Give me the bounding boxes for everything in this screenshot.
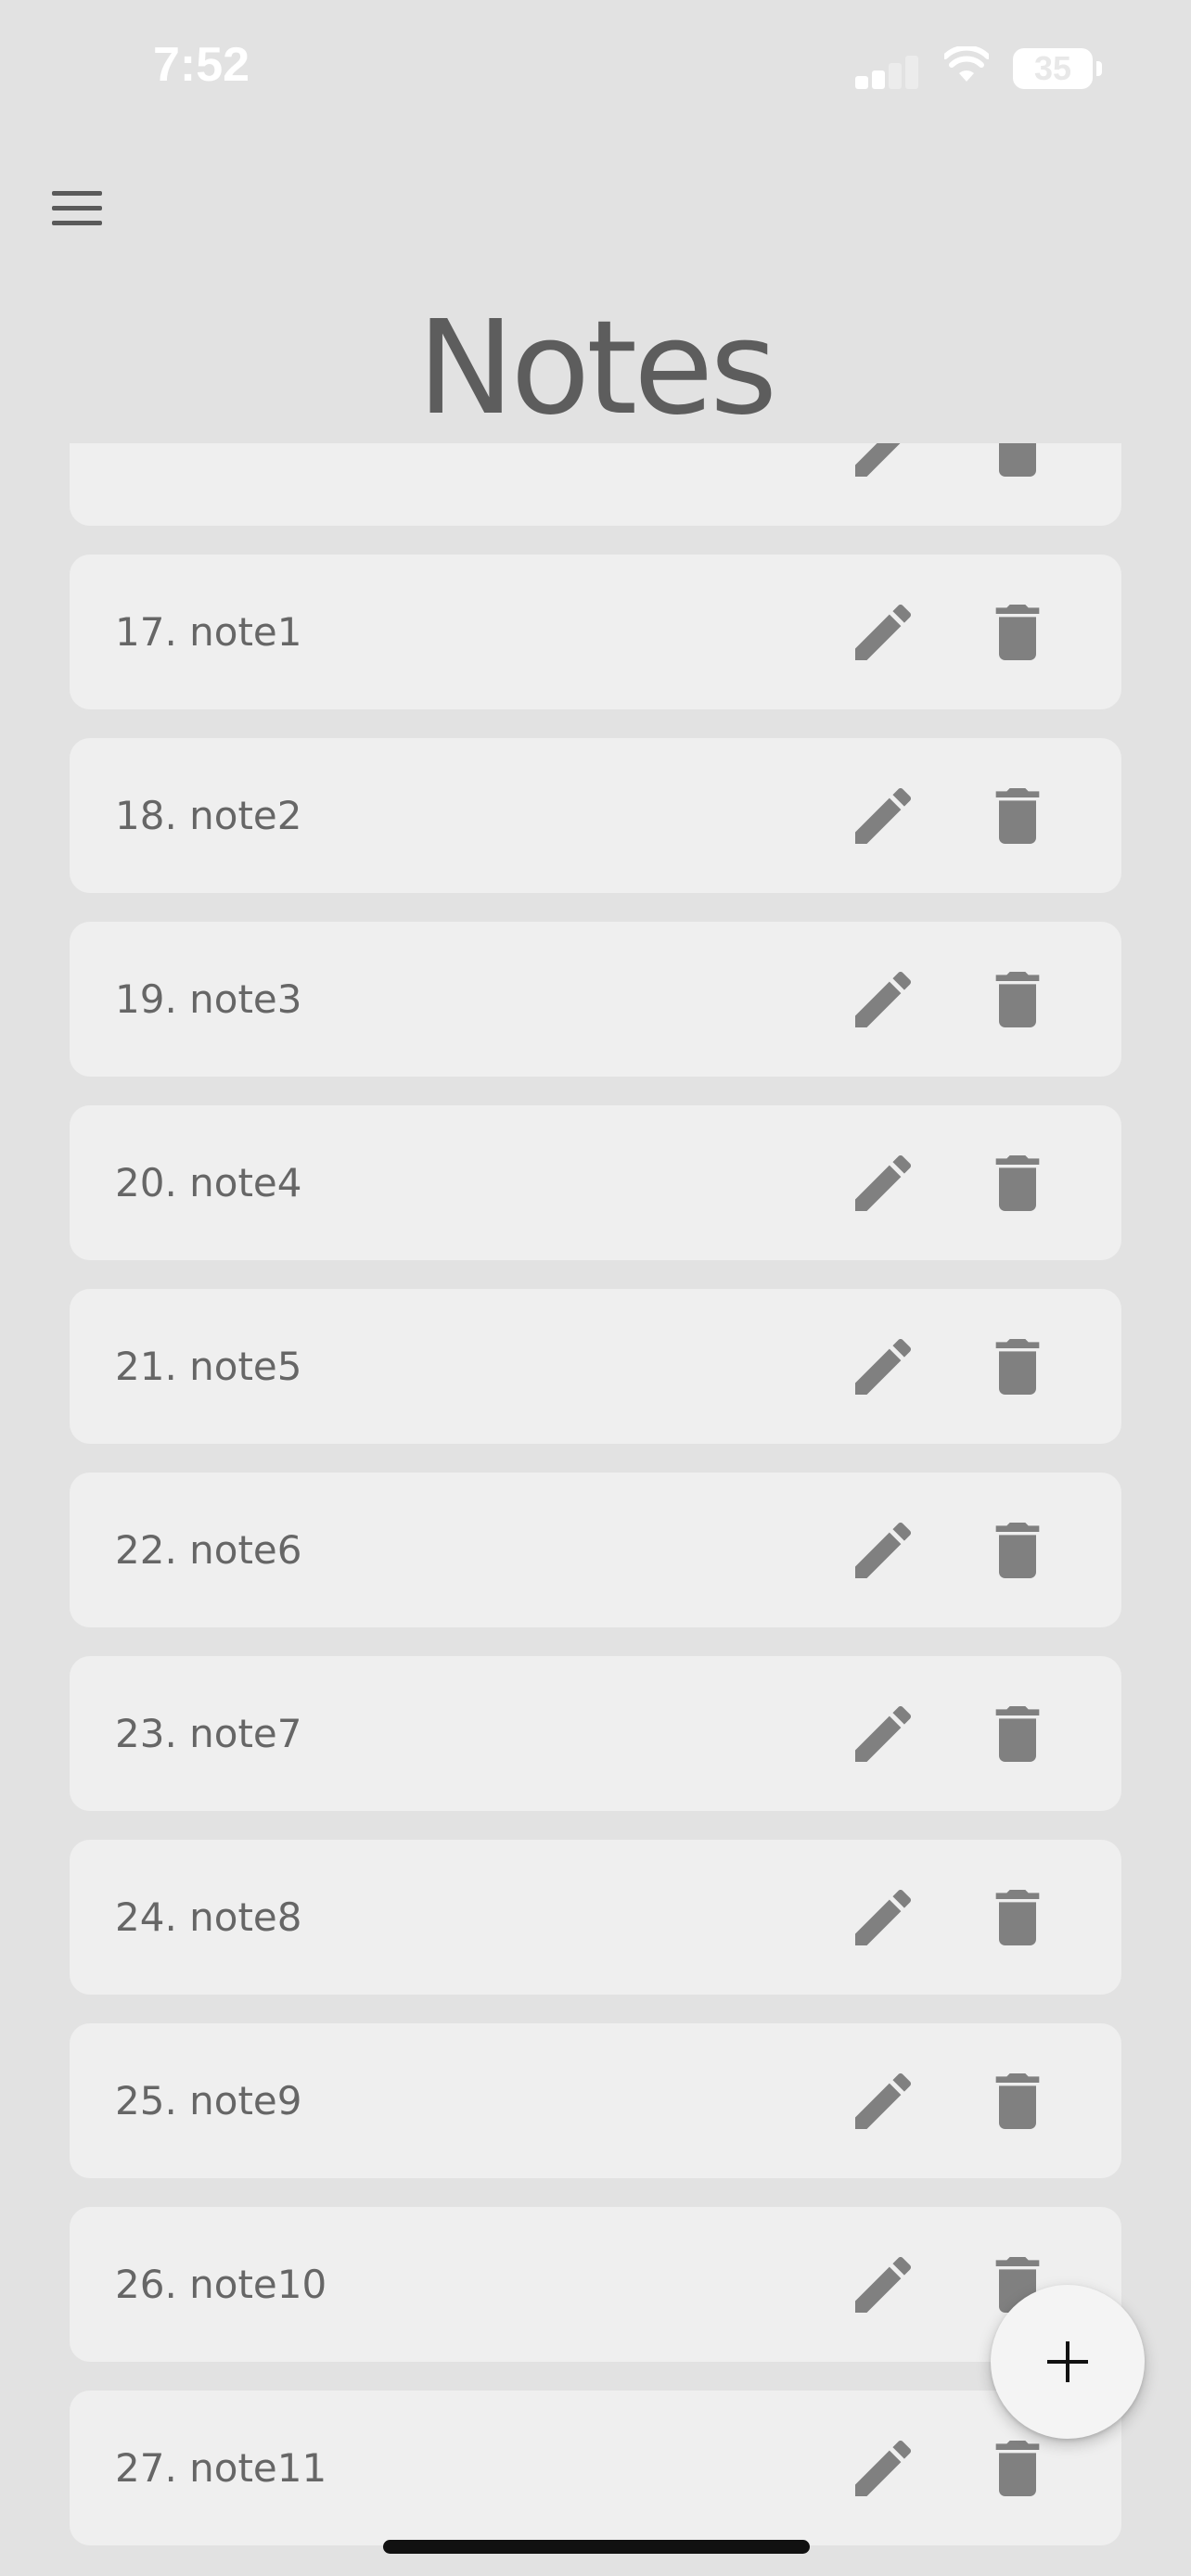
note-title: 21. note5 xyxy=(115,1344,302,1389)
note-card[interactable]: 21. note5 xyxy=(70,1289,1121,1444)
trash-icon xyxy=(995,1706,1040,1762)
edit-note-button[interactable] xyxy=(846,1513,920,1588)
trash-icon xyxy=(995,2073,1040,2129)
trash-icon xyxy=(995,2441,1040,2496)
cellular-signal-icon xyxy=(855,52,920,89)
status-time: 7:52 xyxy=(153,38,250,92)
edit-note-button[interactable] xyxy=(846,963,920,1037)
note-title: 24. note8 xyxy=(115,1894,302,1940)
note-title: 26. note10 xyxy=(115,2262,327,2307)
note-title: 25. note9 xyxy=(115,2078,302,2123)
edit-note-button[interactable] xyxy=(846,2431,920,2506)
edit-note-button[interactable] xyxy=(846,1330,920,1404)
delete-note-button[interactable] xyxy=(980,1330,1055,1404)
delete-note-button[interactable] xyxy=(980,2431,1055,2506)
note-card[interactable]: 18. note2 xyxy=(70,738,1121,893)
note-title: 19. note3 xyxy=(115,976,302,1022)
note-card[interactable]: 23. note7 xyxy=(70,1656,1121,1811)
pencil-icon xyxy=(855,2072,912,2129)
note-title: 27. note11 xyxy=(115,2445,327,2491)
notes-list[interactable]: 17. note1 18. note2 19. note3 20. note4 21. … xyxy=(0,443,1191,2576)
trash-icon xyxy=(995,1155,1040,1211)
note-title: 22. note6 xyxy=(115,1527,302,1573)
trash-icon xyxy=(995,1890,1040,1945)
trash-icon xyxy=(995,605,1040,660)
pencil-icon xyxy=(855,2256,912,2313)
note-title: 23. note7 xyxy=(115,1711,302,1756)
battery-icon: 35 xyxy=(1013,48,1093,89)
delete-note-button[interactable] xyxy=(980,1697,1055,1771)
status-bar: 7:52 35 xyxy=(0,0,1191,139)
trash-icon xyxy=(995,1523,1040,1578)
note-card[interactable]: 17. note1 xyxy=(70,555,1121,709)
edit-note-button[interactable] xyxy=(846,1146,920,1220)
delete-note-button[interactable] xyxy=(980,1146,1055,1220)
hamburger-menu-icon[interactable] xyxy=(45,182,113,236)
delete-note-button[interactable] xyxy=(980,1881,1055,1955)
pencil-icon xyxy=(855,604,912,660)
delete-note-button[interactable] xyxy=(980,595,1055,670)
note-title: 18. note2 xyxy=(115,793,302,838)
note-card[interactable] xyxy=(70,443,1121,526)
note-card[interactable]: 25. note9 xyxy=(70,2023,1121,2178)
pencil-icon xyxy=(855,443,901,477)
note-card[interactable]: 22. note6 xyxy=(70,1473,1121,1627)
page-title: Notes xyxy=(416,293,777,444)
note-title: 17. note1 xyxy=(115,609,302,655)
edit-note-button[interactable] xyxy=(846,1697,920,1771)
note-card[interactable]: 20. note4 xyxy=(70,1105,1121,1260)
edit-note-button[interactable] xyxy=(846,595,920,670)
pencil-icon xyxy=(855,1705,912,1762)
delete-note-button[interactable] xyxy=(980,963,1055,1037)
delete-note-button[interactable] xyxy=(980,1513,1055,1588)
delete-note-button[interactable] xyxy=(980,443,1055,486)
pencil-icon xyxy=(855,1889,912,1945)
edit-note-button[interactable] xyxy=(846,443,920,486)
note-card[interactable]: 27. note11 xyxy=(70,2391,1121,2545)
edit-note-button[interactable] xyxy=(846,2248,920,2322)
pencil-icon xyxy=(855,971,912,1027)
add-note-button[interactable] xyxy=(991,2285,1145,2439)
edit-note-button[interactable] xyxy=(846,1881,920,1955)
plus-icon xyxy=(1047,2341,1088,2382)
delete-note-button[interactable] xyxy=(980,779,1055,853)
edit-note-button[interactable] xyxy=(846,2064,920,2138)
pencil-icon xyxy=(855,787,912,844)
delete-note-button[interactable] xyxy=(980,2064,1055,2138)
note-card[interactable]: 24. note8 xyxy=(70,1840,1121,1995)
trash-icon xyxy=(995,788,1040,844)
note-title: 20. note4 xyxy=(115,1160,302,1205)
pencil-icon xyxy=(855,1522,912,1578)
home-indicator[interactable] xyxy=(383,2540,810,2554)
pencil-icon xyxy=(855,2440,912,2496)
trash-icon xyxy=(995,1339,1040,1395)
edit-note-button[interactable] xyxy=(846,779,920,853)
pencil-icon xyxy=(855,1338,912,1395)
note-card[interactable]: 26. note10 xyxy=(70,2207,1121,2362)
wifi-icon xyxy=(944,46,989,82)
pencil-icon xyxy=(855,1154,912,1211)
battery-cap xyxy=(1096,61,1102,76)
trash-icon xyxy=(999,443,1036,477)
note-card[interactable]: 19. note3 xyxy=(70,922,1121,1077)
trash-icon xyxy=(995,972,1040,1027)
